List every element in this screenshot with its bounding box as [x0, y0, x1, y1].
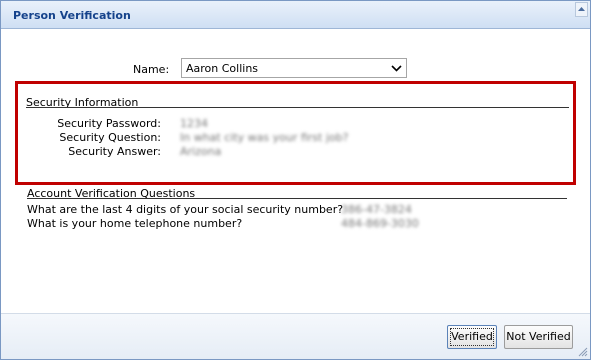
verification-answer: 484-869-3030 [341, 217, 419, 230]
name-row: Name: Aaron Collins [1, 58, 591, 80]
name-label: Name: [133, 63, 170, 76]
person-verification-dialog: Person Verification Name: Aaron Collins … [0, 0, 591, 360]
verification-question: What are the last 4 digits of your socia… [27, 203, 344, 216]
arrow-up-icon [578, 7, 585, 11]
security-answer-value: Arizona [180, 145, 222, 158]
verification-answer: 386-47-3824 [341, 203, 412, 216]
not-verified-button[interactable]: Not Verified [504, 325, 573, 349]
security-password-label: Security Password: [57, 117, 161, 130]
section-divider [26, 107, 569, 108]
security-information-box: Security Information Security Password: … [15, 81, 576, 185]
dialog-title: Person Verification [13, 9, 131, 22]
name-select[interactable]: Aaron Collins [181, 58, 407, 78]
name-select-value: Aaron Collins [186, 62, 259, 75]
dialog-footer: Verified Not Verified [1, 314, 590, 359]
security-password-value: 1234 [180, 117, 208, 130]
title-bar: Person Verification [1, 1, 590, 29]
verified-button[interactable]: Verified [447, 325, 497, 349]
section-divider [27, 198, 567, 199]
scroll-up-button[interactable] [575, 2, 588, 17]
security-answer-label: Security Answer: [68, 145, 161, 158]
chevron-down-icon [391, 65, 402, 72]
security-question-label: Security Question: [59, 131, 161, 144]
resize-grip-icon[interactable] [578, 347, 588, 357]
verification-question: What is your home telephone number? [27, 217, 243, 230]
security-question-value: In what city was your first job? [180, 131, 349, 144]
